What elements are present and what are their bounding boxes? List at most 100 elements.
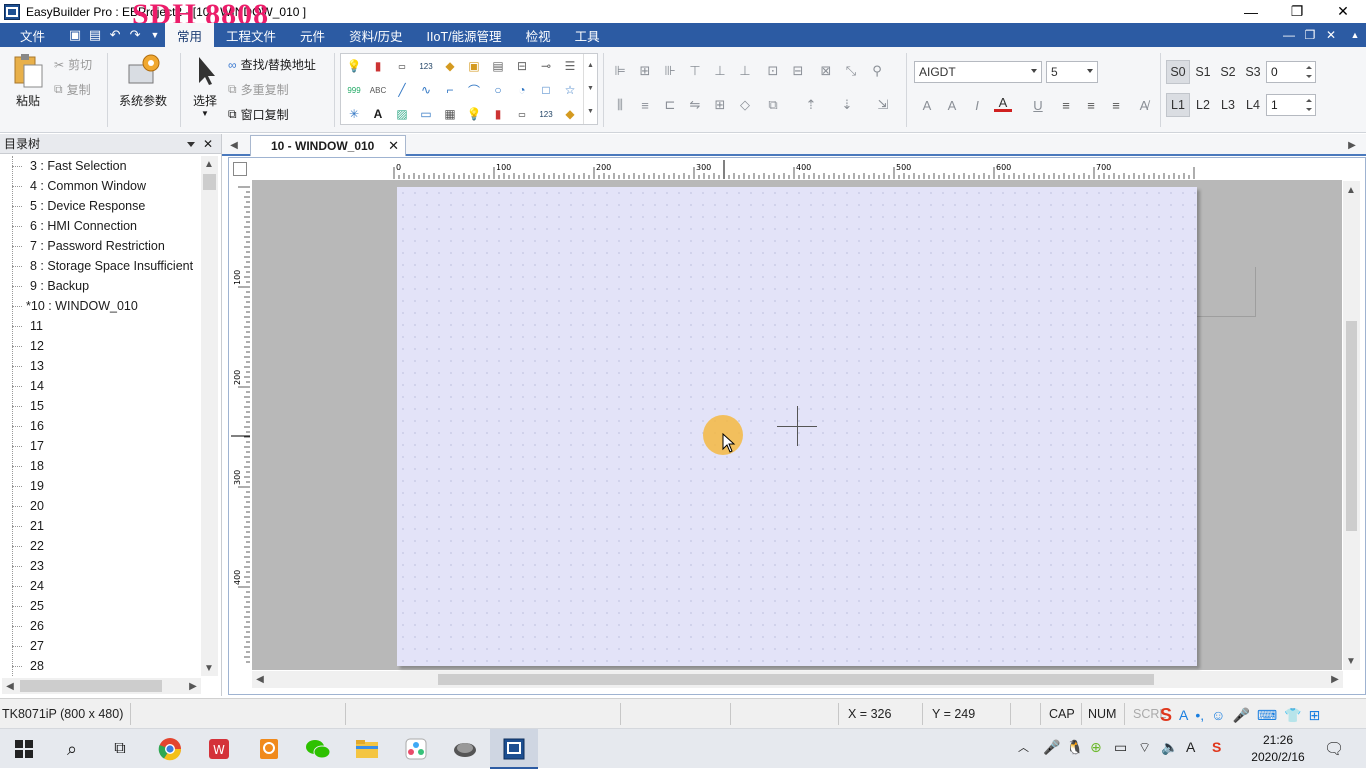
tab-prev-icon[interactable]: ◀	[226, 137, 242, 153]
file-explorer-icon[interactable]	[353, 735, 381, 763]
maximize-button[interactable]: ❐	[1274, 0, 1320, 23]
connector-icon[interactable]: ⌐	[441, 81, 459, 99]
polyline-icon[interactable]: ∿	[417, 81, 435, 99]
align-text-right-icon[interactable]: ≡	[1107, 96, 1125, 114]
tree-close-icon[interactable]: ✕	[203, 137, 213, 151]
same-height-icon[interactable]: ⊟	[789, 62, 807, 80]
pin-icon[interactable]: ⚲	[868, 62, 886, 80]
layer-s0-button[interactable]: S0	[1166, 60, 1190, 84]
tree-item[interactable]: 4 : Common Window	[0, 176, 200, 196]
mic-icon[interactable]: 🎤	[1043, 739, 1060, 756]
scale-icon[interactable]: ✳	[345, 105, 363, 123]
layer-l4-button[interactable]: L4	[1241, 93, 1265, 117]
ime-voice-icon[interactable]: 🎤	[1232, 707, 1249, 724]
tree-item[interactable]: 11	[0, 316, 200, 336]
tree-item[interactable]: 20	[0, 496, 200, 516]
ascii-icon[interactable]: 999	[345, 81, 363, 99]
menu-tools[interactable]: 工具	[563, 23, 612, 47]
tree-item[interactable]: 28	[0, 656, 200, 676]
toggle-switch-icon[interactable]: ⊟	[513, 57, 531, 75]
mdi-minimize-button[interactable]: —	[1278, 23, 1300, 47]
tree-item[interactable]: 24	[0, 576, 200, 596]
distribute-h-icon[interactable]: ⫼	[611, 96, 629, 114]
tree-hscrollbar[interactable]: ◀ ▶	[2, 678, 201, 694]
tree-item[interactable]: 26	[0, 616, 200, 636]
layer-l1-button[interactable]: L1	[1166, 93, 1190, 117]
tree-item[interactable]: 19	[0, 476, 200, 496]
gallery-scroll[interactable]: ▲ ▼ ▼	[583, 54, 597, 124]
tree-scroll-up-icon[interactable]: ▲	[201, 156, 217, 172]
flip-icon[interactable]: ⊏	[661, 96, 679, 114]
menu-project[interactable]: 工程文件	[214, 23, 288, 47]
tree-item[interactable]: 3 : Fast Selection	[0, 156, 200, 176]
line-icon[interactable]: ╱	[393, 81, 411, 99]
editor-vscrollbar[interactable]: ▲ ▼	[1343, 181, 1360, 670]
editor-scroll-down-icon[interactable]: ▼	[1343, 653, 1359, 669]
layer-l2-button[interactable]: L2	[1191, 93, 1215, 117]
sogou-tray-icon[interactable]: S	[1212, 739, 1221, 755]
editor-scroll-left-icon[interactable]: ◀	[252, 671, 268, 687]
send-backward-icon[interactable]: ⇣	[838, 96, 856, 114]
wifi-icon[interactable]: ⌔	[1138, 739, 1151, 757]
tree-scroll-down-icon[interactable]: ▼	[201, 660, 217, 676]
ime-indicator[interactable]: A	[1186, 739, 1195, 755]
volume-icon[interactable]: 🔈	[1161, 739, 1178, 756]
copy-button[interactable]: ⧉ 复制	[54, 81, 91, 98]
mirror-icon[interactable]: ⇋	[686, 96, 704, 114]
s-layer-stepper[interactable]: 0	[1266, 61, 1316, 83]
tray-plus-icon[interactable]: ⊕	[1090, 739, 1102, 756]
layer-l3-button[interactable]: L3	[1216, 93, 1240, 117]
sogou-logo-icon[interactable]: S	[1160, 705, 1172, 726]
tree-item[interactable]: 18	[0, 456, 200, 476]
menu-iiot[interactable]: IIoT/能源管理	[415, 23, 514, 47]
grow-font-icon[interactable]: A	[918, 96, 936, 114]
window-copy-button[interactable]: ⧉ 窗口复制	[228, 106, 289, 123]
menu-home[interactable]: 常用	[165, 23, 215, 47]
ime-mode-icon[interactable]: A	[1179, 707, 1188, 723]
word-lamp-icon[interactable]: ▭	[393, 57, 411, 75]
tree-scroll-left-icon[interactable]: ◀	[2, 678, 18, 694]
bulb-icon[interactable]: 💡	[465, 105, 483, 123]
tab-window-010[interactable]: 10 - WINDOW_010 ✕	[250, 135, 406, 156]
pie-icon[interactable]: ◔	[513, 81, 531, 99]
chrome-icon[interactable]	[156, 735, 184, 763]
save-icon[interactable]: ▣	[65, 27, 85, 43]
ruler-corner-icon[interactable]	[233, 162, 247, 176]
shrink-font-icon[interactable]: A	[943, 96, 961, 114]
l-layer-stepper[interactable]: 1	[1266, 94, 1316, 116]
menu-view[interactable]: 检视	[514, 23, 563, 47]
tree-item[interactable]: 5 : Device Response	[0, 196, 200, 216]
ime-keyboard-icon[interactable]: ⌨	[1257, 707, 1277, 724]
tree-menu-dropdown-icon[interactable]	[187, 142, 195, 147]
same-width-icon[interactable]: ⊡	[764, 62, 782, 80]
tree-item[interactable]: 12	[0, 336, 200, 356]
layer-s1-button[interactable]: S1	[1191, 60, 1215, 84]
tree-item[interactable]: 16	[0, 416, 200, 436]
font-color-icon[interactable]: A	[994, 95, 1012, 112]
multi-copy-button[interactable]: ⧉ 多重复制	[228, 81, 289, 98]
search-icon[interactable]: ⌕	[58, 735, 86, 763]
tree-item[interactable]: 22	[0, 536, 200, 556]
select-button[interactable]: 选择 ▼	[188, 53, 222, 118]
same-size-icon[interactable]: ⊠	[817, 62, 835, 80]
undo-icon[interactable]: ↶	[105, 27, 125, 43]
wps-icon[interactable]: W	[205, 735, 233, 763]
ime-punct-icon[interactable]: •,	[1195, 707, 1204, 723]
tree-item[interactable]: 21	[0, 516, 200, 536]
tree-item[interactable]: *10 : WINDOW_010	[0, 296, 200, 316]
tree-item[interactable]: 6 : HMI Connection	[0, 216, 200, 236]
order-dropdown-icon[interactable]: ⇲	[874, 96, 892, 114]
windows-start-icon[interactable]	[10, 735, 38, 763]
clear-format-icon[interactable]: A̸	[1135, 96, 1153, 114]
mdi-close-button[interactable]: ✕	[1320, 23, 1342, 47]
tray-expand-icon[interactable]: ︿	[1018, 739, 1029, 755]
numeric-icon[interactable]: 123	[417, 57, 435, 75]
tree-item[interactable]: 14	[0, 376, 200, 396]
close-button[interactable]: ✕	[1320, 0, 1366, 23]
ime-emoji-icon[interactable]: ☺	[1211, 707, 1225, 723]
slider-icon[interactable]: ⊸	[537, 57, 555, 75]
layer-s3-button[interactable]: S3	[1241, 60, 1265, 84]
tree-item[interactable]: 13	[0, 356, 200, 376]
star-icon[interactable]: ☆	[561, 81, 579, 99]
align-bottom-icon[interactable]: ⊥	[736, 62, 754, 80]
